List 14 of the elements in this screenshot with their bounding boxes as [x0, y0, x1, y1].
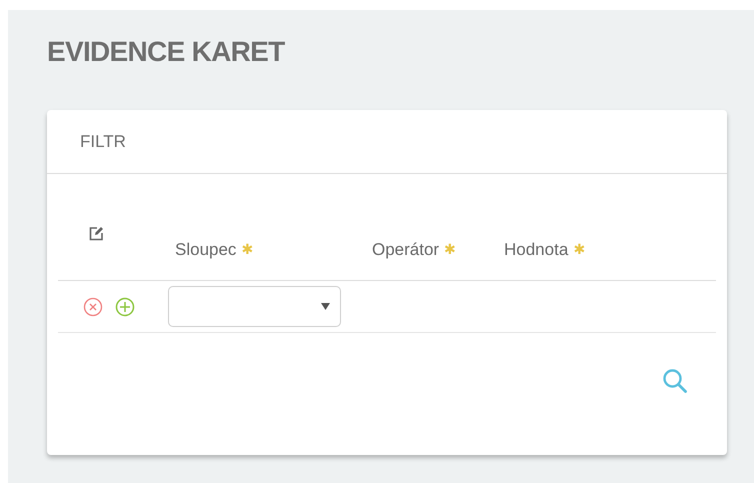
- remove-icon[interactable]: [83, 296, 103, 316]
- required-mark: ✱: [444, 240, 456, 259]
- edit-icon[interactable]: [89, 226, 104, 241]
- add-icon[interactable]: [115, 296, 135, 316]
- column-header: Sloupec: [175, 238, 236, 260]
- column-header: Operátor: [372, 238, 440, 260]
- required-mark: ✱: [573, 240, 586, 259]
- column-header: Hodnota: [504, 238, 568, 260]
- card-title: FILTR: [80, 130, 126, 153]
- search-icon[interactable]: [662, 368, 688, 394]
- column-select[interactable]: [168, 286, 341, 327]
- caret-icon: [321, 303, 330, 310]
- required-mark: ✱: [241, 240, 254, 259]
- page-title: EVIDENCE KARET: [47, 35, 285, 69]
